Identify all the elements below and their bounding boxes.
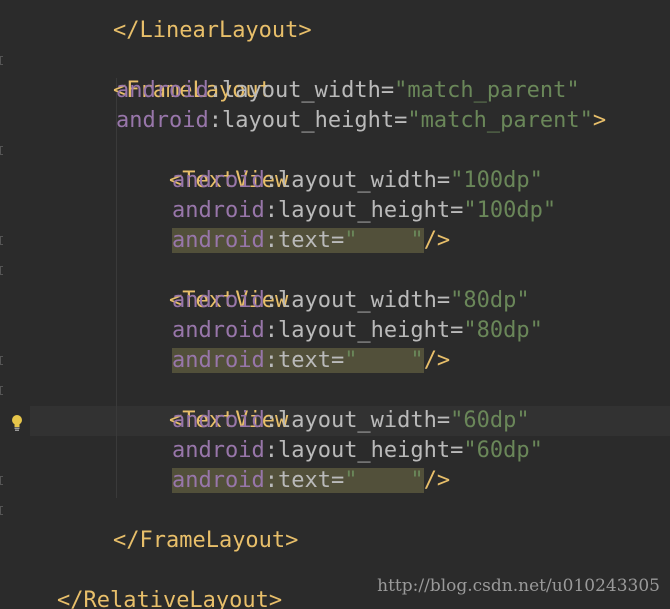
xml-attribute: :text= — [264, 348, 345, 373]
warning-highlight: android:text=" " — [172, 468, 424, 493]
xml-attribute: :text= — [264, 228, 345, 253]
xml-value: "60dp" — [450, 408, 530, 433]
xml-namespace: android — [172, 348, 265, 373]
xml-tag-end: /> — [423, 228, 451, 253]
xml-namespace: android — [172, 168, 265, 193]
code-line[interactable]: </LinearLayout> — [60, 0, 312, 43]
fold-marker-icon[interactable] — [0, 146, 3, 155]
code-line[interactable]: <TextView — [116, 376, 288, 433]
xml-namespace: android — [172, 228, 265, 253]
xml-namespace: android — [172, 198, 265, 223]
fold-marker-icon[interactable] — [0, 356, 3, 365]
xml-value: " " — [344, 348, 424, 373]
code-line[interactable]: android:layout_height="100dp" — [172, 196, 556, 226]
code-line[interactable]: <TextView — [116, 136, 288, 193]
xml-attribute: :text= — [264, 468, 345, 493]
xml-tag-end: /> — [423, 468, 451, 493]
warning-highlight: android:text=" " — [172, 228, 424, 253]
xml-attribute: :layout_height= — [208, 108, 408, 133]
xml-attribute: :layout_width= — [208, 78, 395, 103]
xml-tag-end: /> — [423, 348, 451, 373]
xml-attribute: :layout_height= — [264, 438, 464, 463]
xml-tag: </FrameLayout> — [112, 528, 299, 553]
xml-value: "100dp" — [450, 168, 543, 193]
fold-marker-icon[interactable] — [0, 506, 3, 515]
code-line[interactable]: android:layout_height="80dp" — [172, 316, 543, 346]
xml-value: "100dp" — [463, 198, 557, 223]
fold-marker-icon[interactable] — [0, 386, 3, 395]
code-editor[interactable]: </LinearLayout> <FrameLayout android:lay… — [0, 0, 670, 609]
xml-attribute: :layout_width= — [264, 168, 451, 193]
xml-namespace: android — [116, 78, 209, 103]
code-line[interactable]: android:text=" "/> — [172, 226, 450, 256]
code-line[interactable]: <TextView — [116, 256, 288, 313]
xml-attribute: :layout_height= — [264, 198, 464, 223]
xml-namespace: android — [116, 108, 209, 133]
fold-marker-icon[interactable] — [0, 476, 3, 485]
code-line[interactable]: android:text=" "/> — [172, 466, 450, 496]
xml-value: " " — [344, 468, 424, 493]
code-line[interactable]: android:layout_width="60dp" — [172, 406, 530, 436]
xml-attribute: :layout_width= — [264, 288, 451, 313]
xml-value: " " — [344, 228, 424, 253]
xml-namespace: android — [172, 468, 265, 493]
xml-value: "80dp" — [463, 318, 543, 343]
code-line[interactable]: android:layout_width="100dp" — [172, 166, 543, 196]
xml-tag: </RelativeLayout> — [56, 588, 283, 609]
xml-namespace: android — [172, 288, 265, 313]
xml-value: "match_parent" — [394, 78, 580, 103]
code-line[interactable]: <FrameLayout — [60, 46, 272, 103]
xml-value: "60dp" — [463, 438, 543, 463]
xml-namespace: android — [172, 438, 265, 463]
xml-tag-end: > — [592, 108, 607, 133]
xml-attribute: :layout_height= — [264, 318, 464, 343]
fold-marker-icon[interactable] — [0, 266, 3, 275]
watermark: http://blog.csdn.net/u010243305 — [377, 576, 660, 596]
fold-marker-icon[interactable] — [0, 56, 3, 65]
code-line[interactable]: android:layout_width="match_parent" — [116, 76, 580, 106]
xml-namespace: android — [172, 408, 265, 433]
code-line[interactable]: android:layout_width="80dp" — [172, 286, 530, 316]
xml-value: "match_parent" — [407, 108, 593, 133]
code-line[interactable]: </FrameLayout> — [60, 496, 298, 553]
warning-highlight: android:text=" " — [172, 348, 424, 373]
editor-gutter[interactable] — [0, 0, 30, 609]
xml-value: "80dp" — [450, 288, 530, 313]
code-line[interactable]: android:layout_height="match_parent"> — [116, 106, 606, 136]
code-line[interactable]: </RelativeLayout> — [4, 556, 282, 609]
xml-attribute: :layout_width= — [264, 408, 451, 433]
xml-namespace: android — [172, 318, 265, 343]
xml-tag: </LinearLayout> — [112, 18, 312, 43]
lightbulb-icon[interactable] — [10, 413, 24, 431]
fold-marker-icon[interactable] — [0, 236, 3, 245]
code-line[interactable]: android:text=" "/> — [172, 346, 450, 376]
code-line[interactable]: android:layout_height="60dp" — [172, 436, 543, 466]
